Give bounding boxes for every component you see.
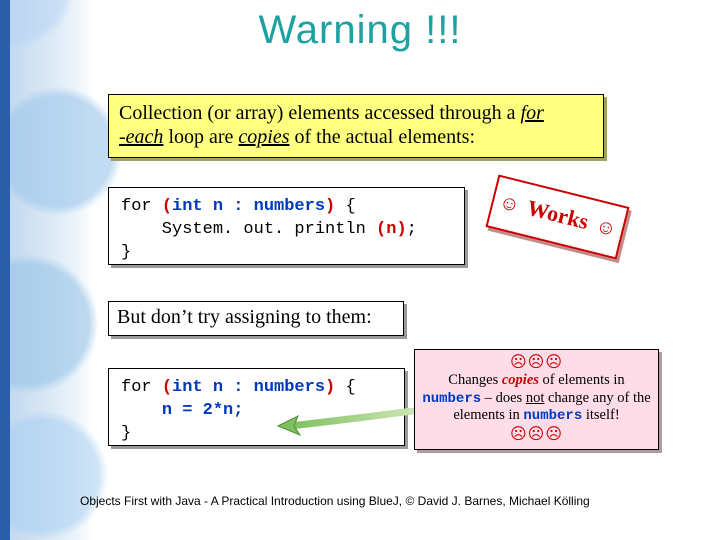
c2l3: } [121, 424, 131, 443]
c2l1c: int n : numbers [172, 378, 325, 397]
note-numbers2: numbers [523, 408, 582, 424]
c2l1b: ( [162, 378, 172, 397]
warn-text-post: of the actual elements: [290, 126, 475, 148]
note-copies: copies [502, 372, 539, 388]
works-badge: ☺ Works ☺ [485, 174, 629, 259]
warning-box: Collection (or array) elements accessed … [108, 94, 604, 158]
c1l3: } [121, 243, 131, 262]
code-block-assign: for (int n : numbers) { n = 2*n; } [108, 368, 405, 446]
c1l1a: for [121, 197, 162, 216]
c1l2a: System. out. println [121, 220, 376, 239]
n-t5: itself! [582, 407, 619, 423]
but-box: But don’t try assigning to them: [108, 301, 404, 336]
c1l1c: int n : numbers [172, 197, 325, 216]
c2l1e: { [335, 378, 355, 397]
c1l1d: ) [325, 197, 335, 216]
footer-text: Objects First with Java - A Practical In… [80, 494, 710, 508]
c1l1e: { [335, 197, 355, 216]
n-t2: of elements in [539, 372, 625, 388]
works-label: Works [520, 194, 597, 236]
smile-icon: ☺ [497, 191, 522, 217]
note-numbers1: numbers [422, 391, 481, 407]
n-t3: – does [481, 390, 526, 406]
note-box: ☹☹☹ Changes copies of elements in number… [414, 349, 659, 450]
c2l1d: ) [325, 378, 335, 397]
note-text: Changes copies of elements in numbers – … [421, 372, 652, 425]
sad-icons-bottom: ☹☹☹ [421, 425, 652, 444]
warn-dash: - [119, 126, 126, 148]
note-not: not [526, 390, 545, 406]
slide: Warning !!! Collection (or array) elemen… [0, 0, 720, 540]
c1l2b: (n) [376, 220, 407, 239]
code-block-println: for (int n : numbers) { System. out. pri… [108, 187, 465, 265]
warn-keyword-for: for [521, 102, 544, 124]
slide-title: Warning !!! [0, 8, 720, 53]
smile-icon: ☺ [593, 215, 618, 241]
warn-each: each [126, 126, 164, 148]
warn-text-pre: Collection (or array) elements accessed … [119, 102, 521, 124]
n-t1: Changes [448, 372, 502, 388]
c2l1a: for [121, 378, 162, 397]
sad-icons-top: ☹☹☹ [421, 353, 652, 372]
warn-keyword-each: -each [119, 126, 163, 148]
c2l2a [121, 401, 162, 420]
c1l2c: ; [407, 220, 417, 239]
warn-text-mid: loop are [163, 126, 238, 148]
c1l1b: ( [162, 197, 172, 216]
warn-keyword-copies: copies [238, 126, 289, 148]
c2l2b: n = 2*n; [162, 401, 244, 420]
